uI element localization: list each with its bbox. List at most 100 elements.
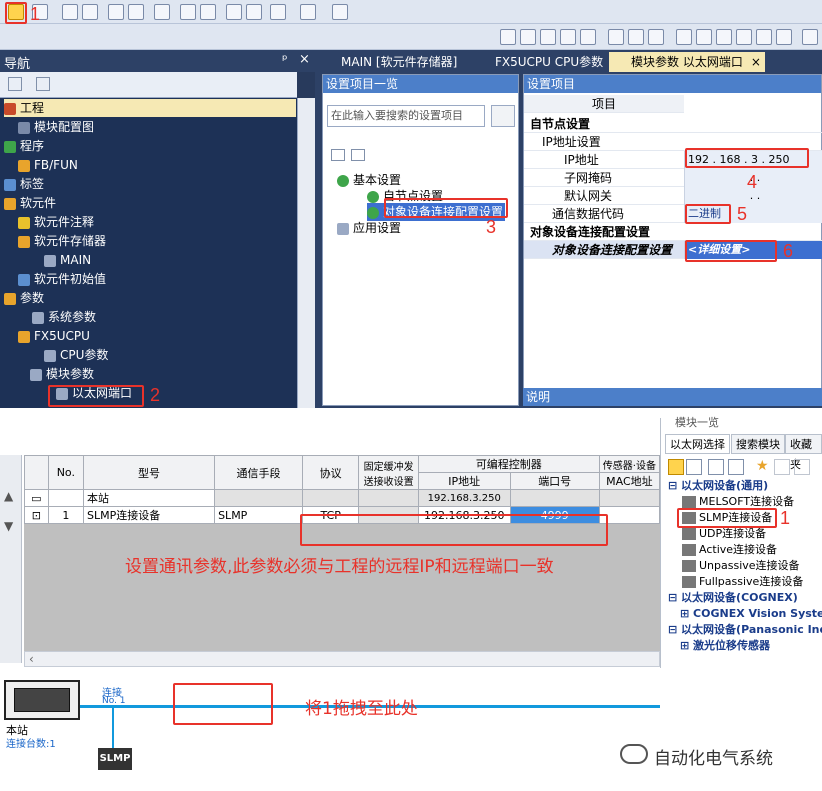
tab-close-icon[interactable]: × xyxy=(751,55,761,69)
expand-icon[interactable] xyxy=(331,149,345,161)
pin-icon[interactable]: ᵖ xyxy=(282,53,288,68)
module-item-unpassive[interactable]: Unpassive连接设备 xyxy=(682,558,800,574)
station-count: 连接台数:1 xyxy=(6,739,56,750)
nav-scrollbar[interactable] xyxy=(297,98,315,408)
tab-ethernet-select[interactable]: 以太网选择 xyxy=(665,434,730,454)
tree-item-main[interactable]: MAIN xyxy=(44,251,91,269)
collapse-all-icon[interactable] xyxy=(36,77,50,91)
scroll-down-icon[interactable]: ▼ xyxy=(4,519,13,533)
check-icon xyxy=(367,190,379,203)
tree-item-parameter[interactable]: 参数 xyxy=(4,289,44,307)
tree-item-device-comment[interactable]: 软元件注释 xyxy=(18,213,94,231)
group-panasonic[interactable]: ⊟ 以太网设备(Panasonic Indu xyxy=(668,622,822,638)
verify-icon[interactable] xyxy=(246,4,262,20)
tree-item-project[interactable]: 工程 xyxy=(4,99,296,117)
fav-remove-icon[interactable] xyxy=(794,459,810,475)
monitor-start-icon[interactable] xyxy=(648,29,664,45)
window-icon[interactable] xyxy=(62,4,78,20)
project-folder-icon xyxy=(4,102,16,115)
online-icon[interactable] xyxy=(676,29,692,45)
tree-item-label[interactable]: 标签 xyxy=(4,175,44,193)
export-icon[interactable] xyxy=(776,29,792,45)
settings-item-application[interactable]: 应用设置 xyxy=(337,219,401,237)
redo-icon[interactable] xyxy=(580,29,596,45)
tree-item-device[interactable]: 软元件 xyxy=(4,194,56,212)
list-icon[interactable] xyxy=(82,4,98,20)
tab-favorites[interactable]: 收藏夹 xyxy=(785,434,822,471)
edit-check-icon[interactable] xyxy=(226,4,242,20)
copy-icon[interactable] xyxy=(520,29,536,45)
tree-item-module-param[interactable]: 模块参数 xyxy=(30,365,94,383)
dev-write-icon[interactable] xyxy=(628,29,644,45)
tab-main[interactable]: MAIN [软元件存储器] xyxy=(319,52,475,72)
tree-item-cpu-param[interactable]: CPU参数 xyxy=(44,346,108,364)
step-label-4: 4 xyxy=(747,172,758,192)
dev2-icon[interactable] xyxy=(180,4,196,20)
collapse-icon[interactable] xyxy=(351,149,365,161)
tree-item-program[interactable]: 程序 xyxy=(4,137,44,155)
slmp-device-node[interactable]: SLMP xyxy=(98,748,132,770)
group-general[interactable]: ⊟ 以太网设备(通用) xyxy=(668,478,768,494)
binoculars-icon[interactable] xyxy=(108,4,124,20)
undo-icon[interactable] xyxy=(560,29,576,45)
link-no: No. 1 xyxy=(102,696,126,706)
cpu-folder-icon xyxy=(18,330,30,343)
view2-icon[interactable] xyxy=(728,459,744,475)
module-item-udp[interactable]: UDP连接设备 xyxy=(682,526,766,542)
expand-all-icon[interactable] xyxy=(8,77,22,91)
horizontal-scrollbar[interactable]: ‹ xyxy=(24,651,660,667)
close-icon[interactable]: × xyxy=(299,52,310,67)
tree-item-device-init[interactable]: 软元件初始值 xyxy=(18,270,106,288)
tab-search-module[interactable]: 搜索模块 xyxy=(731,434,785,454)
paste-icon[interactable] xyxy=(540,29,556,45)
module-item-fullpassive[interactable]: Fullpassive连接设备 xyxy=(682,574,803,590)
station-icon: ▭ xyxy=(24,489,49,507)
print-icon[interactable] xyxy=(756,29,772,45)
module-item-active[interactable]: Active连接设备 xyxy=(682,542,777,558)
sort-icon[interactable] xyxy=(668,459,684,475)
tool-icon[interactable] xyxy=(270,4,286,20)
view-icon[interactable] xyxy=(708,459,724,475)
col-protocol: 协议 xyxy=(301,455,360,490)
wechat-icon xyxy=(620,744,648,764)
unpassive-icon xyxy=(682,560,696,572)
settings-icon[interactable] xyxy=(802,29,818,45)
drop-line xyxy=(112,708,114,748)
monitor-icon[interactable] xyxy=(300,4,316,20)
sort-az-icon[interactable] xyxy=(686,459,702,475)
plc-icon xyxy=(14,688,70,712)
fullpassive-icon xyxy=(682,576,696,588)
station-device[interactable] xyxy=(4,680,80,720)
search-button[interactable] xyxy=(491,105,515,127)
tree-item-system-param[interactable]: 系统参数 xyxy=(32,308,96,326)
settings-search-input[interactable]: 在此输入要搜索的设置项目 xyxy=(327,105,485,127)
module-item-laser[interactable]: ⊞ 激光位移传感器 xyxy=(680,638,770,654)
param-icon[interactable] xyxy=(736,29,752,45)
star-icon[interactable]: ★ xyxy=(756,458,769,474)
dev-icon[interactable] xyxy=(154,4,170,20)
fav-add-icon[interactable] xyxy=(774,459,790,475)
settings-header: 设置项目 xyxy=(524,75,821,93)
diag-icon[interactable] xyxy=(716,29,732,45)
group-cognex[interactable]: ⊟ 以太网设备(COGNEX) xyxy=(668,590,798,606)
tab-ethernet-param[interactable]: 模块参数 以太网端口 × xyxy=(609,52,765,72)
module-item-cognex[interactable]: ⊞ COGNEX Vision System xyxy=(680,606,822,622)
step-label-2: 2 xyxy=(150,385,161,405)
search-dropdown-icon[interactable] xyxy=(332,4,348,20)
nav-header: 导航 ᵖ × xyxy=(0,50,315,72)
settings-list-panel: 设置项目一览 在此输入要搜索的设置项目 基本设置 自节点设置 对象设备连接配置设… xyxy=(322,74,519,406)
check-icon xyxy=(337,174,349,187)
scroll-left-icon[interactable]: ‹ xyxy=(29,652,34,666)
tree-item-fx5ucpu[interactable]: FX5UCPU xyxy=(18,327,90,345)
tree-item-module-config[interactable]: 模块配置图 xyxy=(18,118,94,136)
tree-item-device-memory[interactable]: 软元件存储器 xyxy=(18,232,106,250)
table-row[interactable]: ▭ 本站 192.168.3.250 xyxy=(24,489,661,507)
cut-icon[interactable] xyxy=(500,29,516,45)
grid-icon[interactable] xyxy=(200,4,216,20)
offline-icon[interactable] xyxy=(696,29,712,45)
scroll-up-icon[interactable]: ▲ xyxy=(4,489,13,503)
device-list-icon[interactable] xyxy=(128,4,144,20)
tab-cpu-param[interactable]: FX5UCPU CPU参数 xyxy=(473,52,607,72)
tree-item-fbfun[interactable]: FB/FUN xyxy=(18,156,78,174)
dev-read-icon[interactable] xyxy=(608,29,624,45)
